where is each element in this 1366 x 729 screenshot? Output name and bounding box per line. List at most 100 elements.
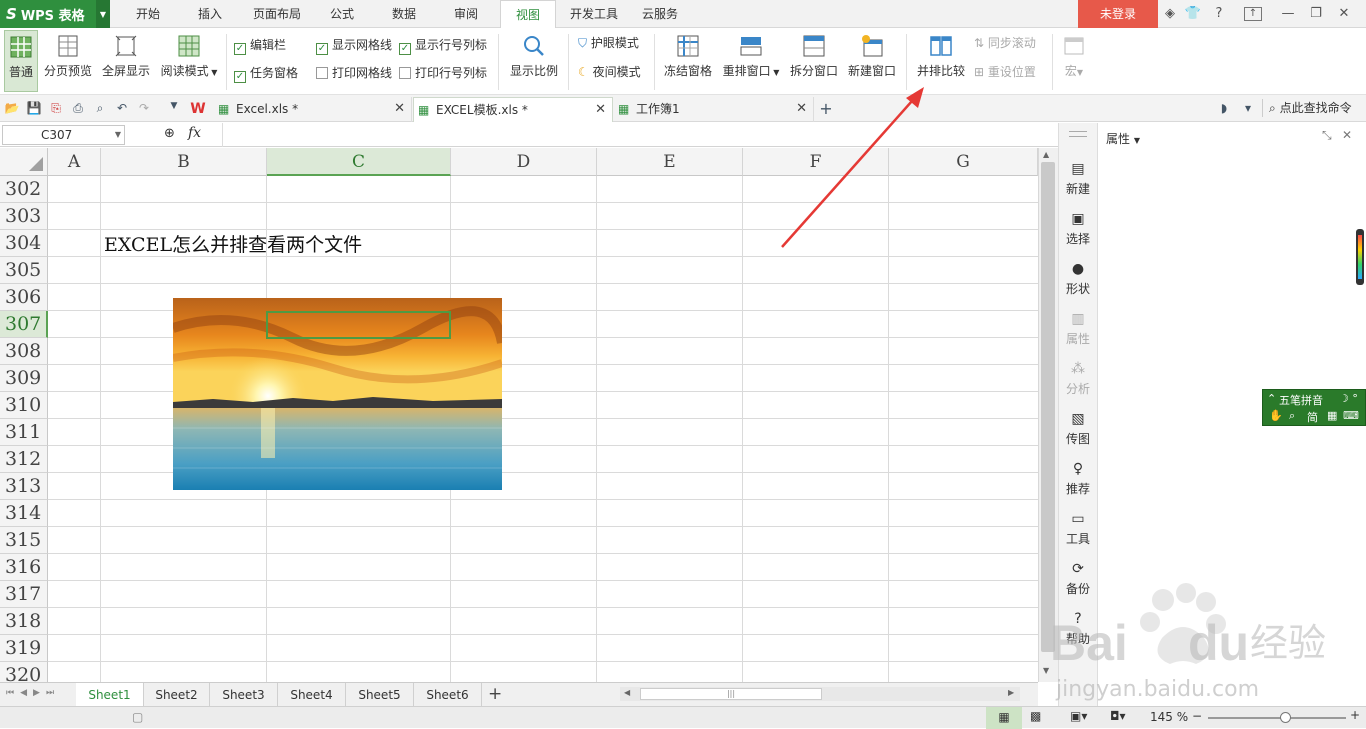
color-bar-widget[interactable]	[1356, 229, 1364, 285]
edit-bar-checkbox[interactable]: ✓ 编辑栏	[234, 36, 286, 55]
side-item-2[interactable]: ▣ 选择	[1059, 205, 1097, 255]
night-mode-button[interactable]: ☾ 夜间模式	[578, 63, 641, 81]
normal-view-button[interactable]: 普通	[4, 30, 38, 92]
show-gridlines-checkbox[interactable]: ✓ 显示网格线	[316, 36, 392, 55]
ime-name[interactable]: 五笔拼音	[1279, 392, 1323, 408]
zoom-formula-icon[interactable]: ⊕	[164, 126, 175, 141]
macro-record-icon[interactable]: ▢	[132, 710, 143, 724]
column-header-c[interactable]: C	[267, 148, 451, 176]
vertical-scrollbar[interactable]: ▲ ▼	[1038, 148, 1058, 682]
tab-review[interactable]: 审阅	[444, 0, 488, 28]
open-folder-icon[interactable]: 📂	[4, 101, 20, 117]
print-icon[interactable]: ⎙	[70, 101, 86, 117]
eye-mode-button[interactable]: ⛉ 护眼模式	[578, 34, 639, 52]
split-window-button[interactable]: 拆分窗口	[786, 30, 842, 92]
chevron-down-icon[interactable]: ▼	[96, 0, 110, 28]
side-item-10[interactable]: ? 帮助	[1059, 605, 1097, 655]
macro-button[interactable]: 宏▼	[1058, 30, 1090, 92]
save-icon[interactable]: 💾	[26, 101, 42, 117]
zoom-in-icon[interactable]: +	[1350, 708, 1360, 722]
zoom-ratio-button[interactable]: 显示比例	[506, 30, 562, 92]
export-pdf-icon[interactable]: ⎘	[48, 101, 64, 117]
scroll-right-icon[interactable]: ▶	[1008, 688, 1014, 697]
tab-page-layout[interactable]: 页面布局	[246, 0, 308, 28]
side-item-3[interactable]: ● 形状	[1059, 255, 1097, 305]
row-header-311[interactable]: 311	[0, 419, 48, 446]
row-header-313[interactable]: 313	[0, 473, 48, 500]
add-sheet-button[interactable]: +	[488, 684, 502, 704]
redo-icon[interactable]: ↷	[136, 101, 152, 117]
doc-tab-excel-template[interactable]: ▦ EXCEL模板.xls * ✕	[413, 97, 613, 122]
property-pane-title[interactable]: 属性 ▼	[1106, 130, 1140, 147]
zoom-slider-knob[interactable]	[1280, 712, 1291, 723]
horizontal-scroll-thumb[interactable]: |||	[640, 688, 822, 700]
quick-access-dropdown-icon[interactable]: ▼	[166, 101, 182, 117]
tab-list-icon[interactable]: ◗	[1216, 101, 1232, 117]
login-button[interactable]: 未登录	[1078, 0, 1158, 28]
reset-position-button[interactable]: ⊞ 重设位置	[974, 63, 1036, 81]
side-item-5[interactable]: ⁂ 分析	[1059, 355, 1097, 405]
row-header-310[interactable]: 310	[0, 392, 48, 419]
row-header-319[interactable]: 319	[0, 635, 48, 662]
side-item-8[interactable]: ▭ 工具	[1059, 505, 1097, 555]
column-header-b[interactable]: B	[101, 148, 267, 176]
row-header-302[interactable]: 302	[0, 176, 48, 203]
column-header-f[interactable]: F	[743, 148, 889, 176]
row-header-304[interactable]: 304	[0, 230, 48, 257]
spreadsheet-grid[interactable]: A B C D E F G 302 303 304 305 306 307 308 309 31…	[0, 148, 1038, 682]
tab-cloud[interactable]: 云服务	[636, 0, 684, 28]
ime-hand-icon[interactable]: ✋	[1269, 409, 1283, 422]
close-pane-icon[interactable]: ✕	[1342, 128, 1352, 142]
layout-status-icon[interactable]: ▣▾	[1070, 709, 1087, 723]
scroll-up-icon[interactable]: ▲	[1043, 150, 1049, 159]
restore-icon[interactable]: ❐	[1308, 6, 1324, 22]
row-header-305[interactable]: 305	[0, 257, 48, 284]
reading-status-icon[interactable]: ◘▾	[1110, 709, 1126, 723]
side-item-9[interactable]: ⟳ 备份	[1059, 555, 1097, 605]
zoom-slider-track[interactable]	[1208, 717, 1346, 719]
zoom-out-icon[interactable]: −	[1192, 709, 1202, 723]
sheet-tab-2[interactable]: Sheet2	[144, 683, 210, 707]
arrange-windows-button[interactable]: 重排窗口 ▼	[720, 30, 782, 92]
row-header-320[interactable]: 320	[0, 662, 48, 682]
side-item-6[interactable]: ▧ 传图	[1059, 405, 1097, 455]
close-tab-icon[interactable]: ✕	[595, 98, 606, 122]
zoom-level[interactable]: 145 %	[1150, 710, 1188, 724]
print-headings-checkbox[interactable]: 打印行号列标	[399, 64, 487, 82]
minimize-icon[interactable]: —	[1280, 6, 1296, 22]
page-break-status-icon[interactable]: ▩	[1030, 709, 1041, 723]
ime-mode[interactable]: 简	[1307, 409, 1318, 425]
row-header-317[interactable]: 317	[0, 581, 48, 608]
doc-tab-workbook1[interactable]: ▦ 工作簿1 ✕	[614, 97, 814, 122]
doc-tab-excel[interactable]: ▦ Excel.xls * ✕	[214, 97, 412, 122]
sheet-tab-4[interactable]: Sheet4	[278, 683, 346, 707]
tab-formulas[interactable]: 公式	[320, 0, 364, 28]
column-header-d[interactable]: D	[451, 148, 597, 176]
cell-b304-text[interactable]: EXCEL怎么并排查看两个文件	[104, 230, 362, 257]
sheet-tab-6[interactable]: Sheet6	[414, 683, 482, 707]
print-preview-icon[interactable]: ⌕	[92, 101, 108, 117]
row-header-308[interactable]: 308	[0, 338, 48, 365]
ime-moon-icon[interactable]: ☽ °	[1339, 392, 1358, 405]
ime-expand-icon[interactable]: ⌃	[1267, 392, 1276, 405]
normal-view-status-icon[interactable]: ▦	[986, 707, 1022, 729]
print-gridlines-checkbox[interactable]: 打印网格线	[316, 64, 392, 82]
sheet-tab-1[interactable]: Sheet1	[76, 683, 144, 707]
fullscreen-button[interactable]: 全屏显示	[98, 30, 154, 92]
tab-developer[interactable]: 开发工具	[564, 0, 624, 28]
chevron-down-icon[interactable]: ▼	[115, 126, 121, 144]
upload-icon[interactable]: ↑	[1244, 7, 1262, 21]
side-item-7[interactable]: ♀ 推荐	[1059, 455, 1097, 505]
row-header-306[interactable]: 306	[0, 284, 48, 311]
close-icon[interactable]: ✕	[1336, 6, 1352, 22]
wps-app-menu-button[interactable]: S WPS 表格 ▼	[0, 0, 110, 28]
task-pane-checkbox[interactable]: ✓ 任务窗格	[234, 64, 298, 83]
scroll-left-icon[interactable]: ◀	[624, 688, 630, 697]
page-break-preview-button[interactable]: 分页预览	[42, 30, 94, 92]
row-header-316[interactable]: 316	[0, 554, 48, 581]
sheet-tab-3[interactable]: Sheet3	[210, 683, 278, 707]
row-header-314[interactable]: 314	[0, 500, 48, 527]
row-header-318[interactable]: 318	[0, 608, 48, 635]
column-header-g[interactable]: G	[889, 148, 1038, 176]
sunset-image[interactable]	[173, 298, 502, 490]
